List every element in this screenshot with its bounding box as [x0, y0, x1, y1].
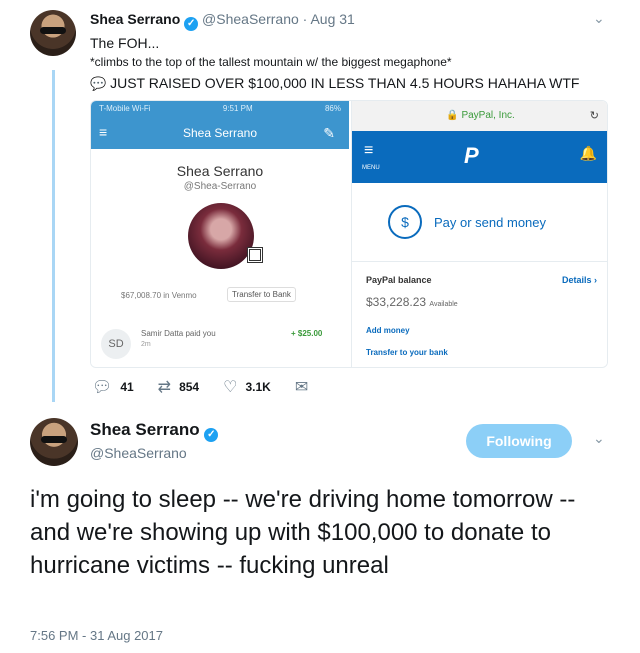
bell-icon: 🔔: [579, 145, 597, 161]
chevron-down-icon[interactable]: ⌄: [593, 430, 605, 447]
tweet-timestamp[interactable]: 7:56 PM - 31 Aug 2017: [30, 628, 163, 643]
chevron-down-icon[interactable]: ⌄: [593, 10, 605, 27]
tweet-text-line: *climbs to the top of the tallest mounta…: [90, 55, 452, 69]
divider: [352, 261, 607, 262]
tweet-text-line: 💬 JUST RAISED OVER $100,000 IN LESS THAN…: [90, 75, 580, 91]
transfer-to-bank-link: Transfer to your bank: [366, 348, 448, 357]
paypal-header: ≡ MENU P 🔔: [352, 131, 607, 183]
reload-icon: ↻: [589, 110, 599, 122]
tweet-actions: 💬︎ 41 ⇄ 854 ♡ 3.1K ✉: [92, 377, 340, 397]
reply-icon: 💬︎: [92, 379, 113, 396]
avatar[interactable]: [30, 10, 76, 56]
payer-avatar: SD: [101, 329, 131, 359]
browser-url: 🔒 PayPal, Inc. ↻: [352, 101, 607, 131]
venmo-profile-name: Shea Serrano: [176, 163, 264, 179]
venmo-profile-photo: [188, 203, 254, 269]
venmo-header: ≡ Shea Serrano ✎: [91, 117, 349, 149]
author-name[interactable]: Shea Serrano ✓: [90, 420, 219, 442]
reply-count: 41: [120, 380, 134, 394]
speech-bubble-icon: 💬: [90, 76, 107, 91]
like-count: 3.1K: [245, 380, 271, 394]
tweet-header: Shea Serrano ✓ @SheaSerrano · Aug 31: [90, 11, 355, 31]
following-button[interactable]: Following: [466, 424, 572, 458]
tweet-media[interactable]: T-Mobile Wi-Fi 9:51 PM 86% ≡ Shea Serran…: [90, 100, 608, 368]
envelope-icon: ✉: [294, 379, 309, 396]
venmo-profile-handle: @Shea-Serrano: [183, 181, 257, 192]
like-button[interactable]: ♡ 3.1K: [223, 377, 271, 397]
thread-line: [52, 70, 55, 402]
reply-button[interactable]: 💬︎ 41: [92, 377, 134, 397]
separator: ·: [302, 11, 308, 27]
verified-icon: ✓: [204, 428, 219, 442]
payment-description: Samir Datta paid you: [141, 329, 216, 338]
money-icon: $: [388, 205, 422, 239]
paypal-balance-amount: $33,228.23 Available: [366, 295, 458, 309]
menu-icon: ≡: [99, 124, 108, 140]
tweet-text-line: The FOH...: [90, 35, 160, 51]
pencil-icon: ✎: [323, 125, 335, 141]
paypal-screenshot: 🔒 PayPal, Inc. ↻ ≡ MENU P 🔔 $ Pay or sen…: [351, 101, 607, 367]
payment-time: 2m: [141, 341, 151, 348]
verified-icon: ✓: [184, 17, 199, 31]
qr-code-icon: [247, 247, 263, 263]
paypal-logo: P: [464, 143, 479, 168]
tweet-text: i'm going to sleep -- we're driving home…: [30, 486, 576, 579]
retweet-count: 854: [179, 380, 200, 394]
transfer-to-bank: Transfer to Bank: [227, 287, 296, 302]
author-handle[interactable]: @SheaSerrano: [90, 445, 187, 461]
add-money-link: Add money: [366, 326, 410, 335]
payment-amount: + $25.00: [291, 329, 323, 338]
status-bar: T-Mobile Wi-Fi 9:51 PM 86%: [91, 101, 349, 117]
pay-or-send-money: Pay or send money: [434, 215, 547, 230]
venmo-balance: $67,008.70 in Venmo: [121, 291, 197, 300]
retweet-button[interactable]: ⇄ 854: [158, 377, 199, 397]
details-link: Details ›: [561, 275, 597, 285]
lock-icon: 🔒: [446, 110, 459, 121]
menu-label: MENU: [362, 165, 380, 171]
retweet-icon: ⇄: [157, 379, 172, 396]
menu-icon: ≡: [364, 142, 374, 159]
author-handle[interactable]: @SheaSerrano: [202, 11, 299, 27]
message-button[interactable]: ✉: [295, 377, 316, 397]
venmo-screenshot: T-Mobile Wi-Fi 9:51 PM 86% ≡ Shea Serran…: [91, 101, 349, 367]
tweet-date[interactable]: Aug 31: [310, 11, 354, 27]
avatar[interactable]: [30, 418, 78, 466]
heart-icon: ♡: [223, 379, 238, 396]
author-name[interactable]: Shea Serrano: [90, 11, 180, 27]
paypal-balance-title: PayPal balance: [366, 275, 432, 285]
